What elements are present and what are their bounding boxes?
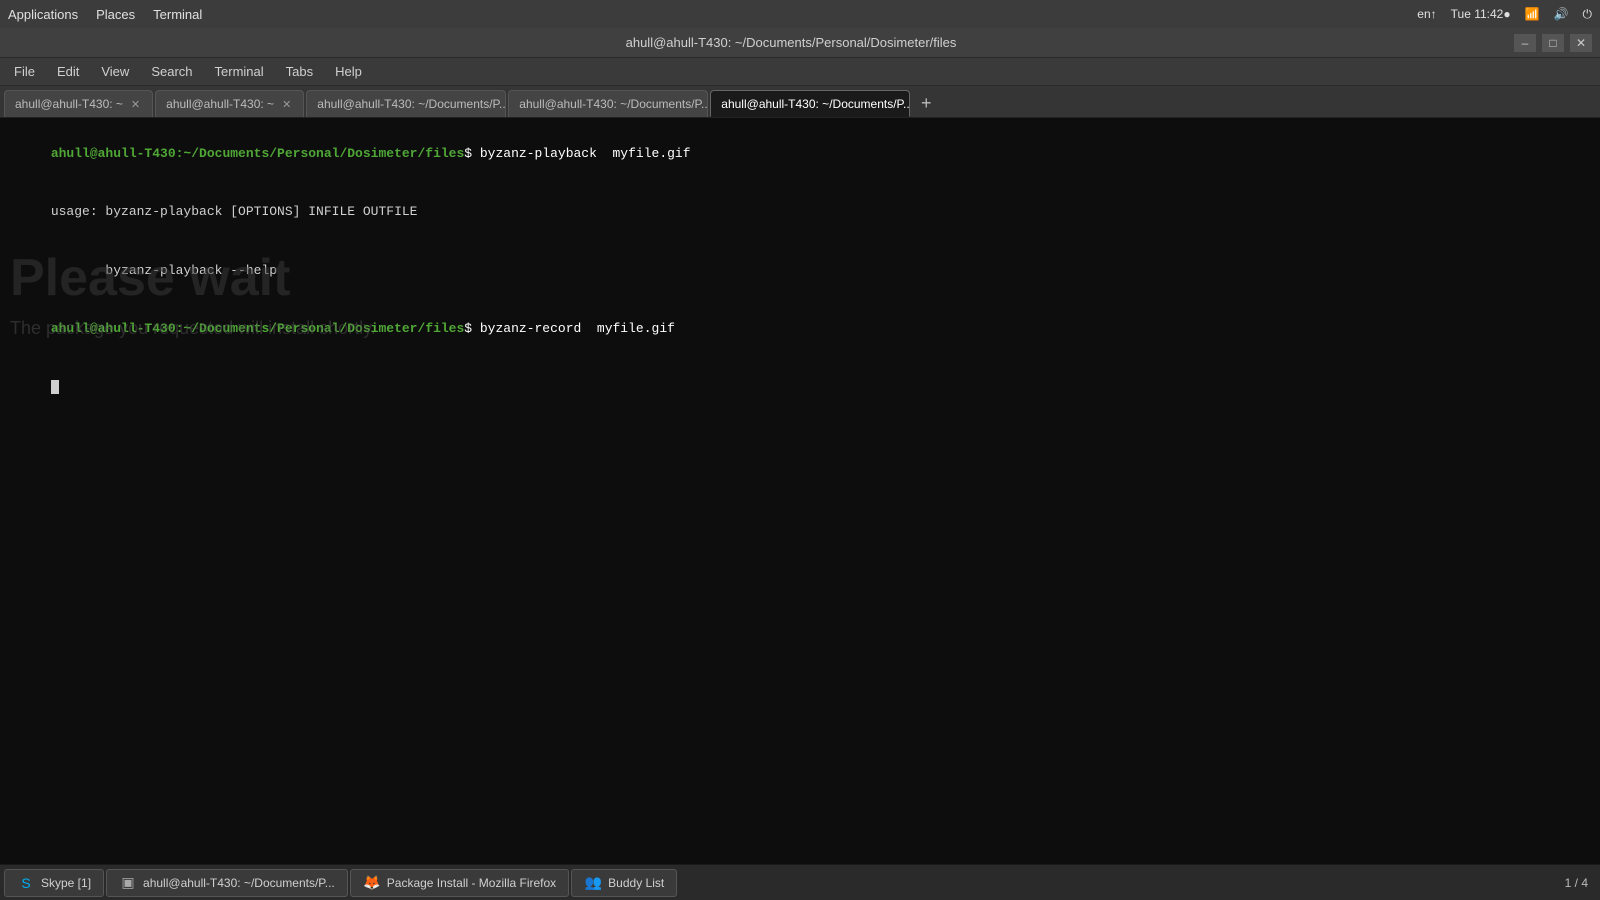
taskbar-terminal[interactable]: ▣ ahull@ahull-T430: ~/Documents/P...: [106, 869, 348, 897]
window-controls: – □ ✕: [1514, 34, 1592, 52]
output-2: byzanz-playback --help: [51, 263, 277, 278]
close-button[interactable]: ✕: [1570, 34, 1592, 52]
taskbar: S Skype [1] ▣ ahull@ahull-T430: ~/Docume…: [0, 864, 1600, 900]
menu-tabs[interactable]: Tabs: [276, 61, 323, 82]
terminal-icon: ▣: [119, 874, 137, 892]
tab-5[interactable]: ahull@ahull-T430: ~/Documents/P... ✕: [710, 90, 910, 117]
taskbar-skype-label: Skype [1]: [41, 876, 91, 890]
applications-menu[interactable]: Applications: [8, 7, 78, 22]
tab-2[interactable]: ahull@ahull-T430: ~ ✕: [155, 90, 304, 117]
menu-view[interactable]: View: [91, 61, 139, 82]
title-bar: ahull@ahull-T430: ~/Documents/Personal/D…: [0, 28, 1600, 58]
system-bar: Applications Places Terminal en↑ Tue 11:…: [0, 0, 1600, 28]
terminal-window: ahull@ahull-T430: ~/Documents/Personal/D…: [0, 28, 1600, 900]
maximize-button[interactable]: □: [1542, 34, 1564, 52]
buddy-icon: 👥: [584, 874, 602, 892]
tab-4-label: ahull@ahull-T430: ~/Documents/P...: [519, 97, 708, 111]
tab-1-label: ahull@ahull-T430: ~: [15, 97, 123, 111]
taskbar-page-indicator: 1 / 4: [1565, 876, 1596, 890]
menu-file[interactable]: File: [4, 61, 45, 82]
command-1: $ byzanz-playback myfile.gif: [464, 146, 690, 161]
tab-1-close[interactable]: ✕: [129, 97, 142, 112]
tab-1[interactable]: ahull@ahull-T430: ~ ✕: [4, 90, 153, 117]
command-2: $ byzanz-record myfile.gif: [464, 321, 675, 336]
minimize-button[interactable]: –: [1514, 34, 1536, 52]
terminal-cursor-line: [4, 358, 1596, 417]
menu-terminal[interactable]: Terminal: [205, 61, 274, 82]
terminal-line-1: ahull@ahull-T430:~/Documents/Personal/Do…: [4, 124, 1596, 183]
skype-icon: S: [17, 874, 35, 892]
firefox-icon: 🦊: [363, 874, 381, 892]
terminal-menu[interactable]: Terminal: [153, 7, 202, 22]
terminal-line-2: usage: byzanz-playback [OPTIONS] INFILE …: [4, 183, 1596, 242]
taskbar-buddy[interactable]: 👥 Buddy List: [571, 869, 677, 897]
tab-3[interactable]: ahull@ahull-T430: ~/Documents/P... ✕: [306, 90, 506, 117]
taskbar-firefox-label: Package Install - Mozilla Firefox: [387, 876, 556, 890]
network-icon: 📶: [1525, 7, 1540, 21]
taskbar-buddy-label: Buddy List: [608, 876, 664, 890]
terminal-line-3: byzanz-playback --help: [4, 241, 1596, 300]
menu-help[interactable]: Help: [325, 61, 372, 82]
new-tab-button[interactable]: +: [912, 90, 940, 117]
tab-2-label: ahull@ahull-T430: ~: [166, 97, 274, 111]
places-menu[interactable]: Places: [96, 7, 135, 22]
tab-5-label: ahull@ahull-T430: ~/Documents/P...: [721, 97, 910, 111]
prompt-2: ahull@ahull-T430:~/Documents/Personal/Do…: [51, 321, 464, 336]
menu-bar: File Edit View Search Terminal Tabs Help: [0, 58, 1600, 86]
terminal-body[interactable]: ahull@ahull-T430:~/Documents/Personal/Do…: [0, 118, 1600, 864]
tab-4[interactable]: ahull@ahull-T430: ~/Documents/P... ✕: [508, 90, 708, 117]
window-title: ahull@ahull-T430: ~/Documents/Personal/D…: [68, 35, 1514, 50]
volume-icon: 🔊: [1554, 7, 1569, 21]
cursor: [51, 380, 59, 394]
clock: Tue 11:42●: [1451, 7, 1511, 21]
taskbar-terminal-label: ahull@ahull-T430: ~/Documents/P...: [143, 876, 335, 890]
system-bar-left: Applications Places Terminal: [8, 7, 202, 22]
output-1: usage: byzanz-playback [OPTIONS] INFILE …: [51, 204, 418, 219]
system-bar-right: en↑ Tue 11:42● 📶 🔊 ⏻: [1417, 7, 1592, 22]
power-icon[interactable]: ⏻: [1583, 7, 1593, 22]
tab-3-label: ahull@ahull-T430: ~/Documents/P...: [317, 97, 506, 111]
prompt-1: ahull@ahull-T430:~/Documents/Personal/Do…: [51, 146, 464, 161]
menu-search[interactable]: Search: [141, 61, 202, 82]
menu-edit[interactable]: Edit: [47, 61, 89, 82]
terminal-line-4: ahull@ahull-T430:~/Documents/Personal/Do…: [4, 300, 1596, 359]
language-indicator: en↑: [1417, 7, 1436, 21]
taskbar-skype[interactable]: S Skype [1]: [4, 869, 104, 897]
tabs-bar: ahull@ahull-T430: ~ ✕ ahull@ahull-T430: …: [0, 86, 1600, 118]
taskbar-firefox[interactable]: 🦊 Package Install - Mozilla Firefox: [350, 869, 569, 897]
tab-2-close[interactable]: ✕: [280, 97, 293, 112]
